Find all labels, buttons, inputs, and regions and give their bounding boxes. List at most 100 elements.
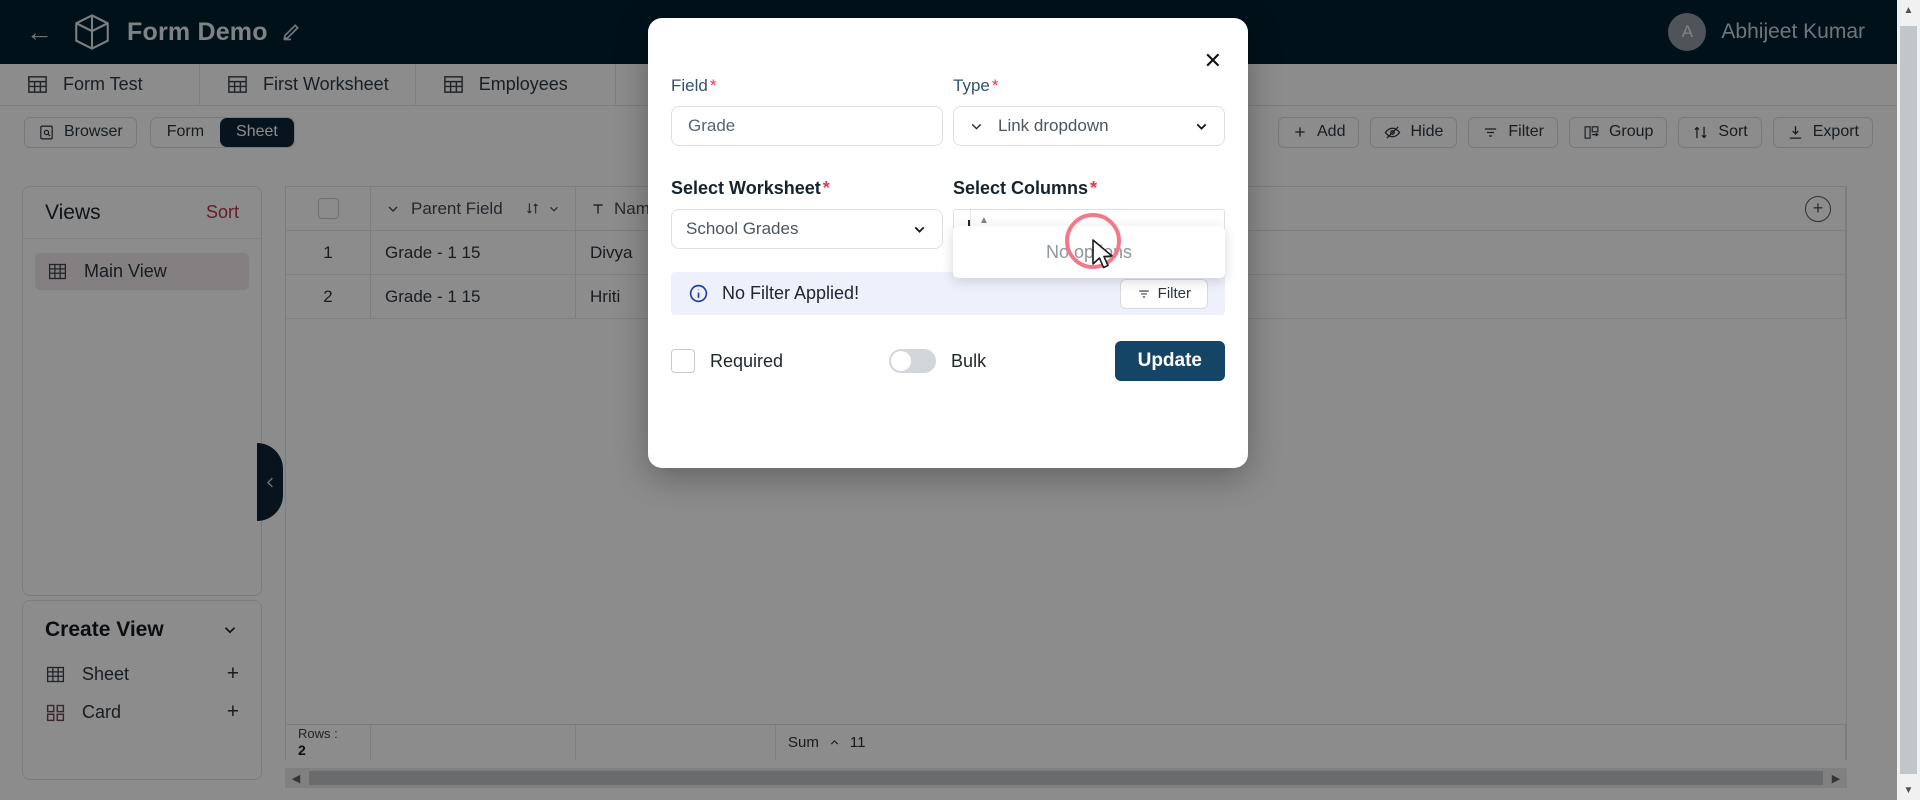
user-name[interactable]: Abhijeet Kumar: [1721, 20, 1865, 44]
chevron-left-icon: [266, 477, 273, 487]
create-sheet-row[interactable]: Sheet +: [23, 655, 261, 693]
type-select[interactable]: Link dropdown: [953, 106, 1225, 146]
text-type-icon: [593, 203, 603, 214]
sum-aggregate[interactable]: Sum 11: [776, 725, 1846, 760]
create-view-title: Create View: [45, 618, 164, 641]
table-grid-icon: [443, 76, 463, 93]
column-header-label: Parent Field: [411, 198, 503, 218]
rows-count: Rows : 2: [286, 725, 371, 760]
caret-up-icon[interactable]: ▲: [1897, 0, 1920, 20]
field-group: Field * Grade: [671, 76, 943, 146]
scrollbar-thumb[interactable]: [309, 771, 1823, 785]
create-sheet-add-icon[interactable]: +: [227, 662, 239, 686]
table-grid-icon: [46, 666, 65, 682]
view-mode-segmented: Form Sheet: [149, 116, 295, 148]
footer-cell: [371, 725, 576, 760]
worksheet-label-text: Select Worksheet: [671, 178, 821, 198]
hide-button[interactable]: Hide: [1370, 116, 1458, 148]
caret-up-icon: [830, 740, 838, 745]
checkbox-icon[interactable]: [317, 198, 339, 219]
views-panel: Views Sort Main View: [22, 186, 262, 596]
chevron-down-icon[interactable]: [221, 621, 239, 639]
close-icon[interactable]: ✕: [1204, 48, 1222, 74]
row-number: 2: [286, 275, 371, 318]
create-view-header[interactable]: Create View: [23, 605, 261, 655]
required-asterisk: *: [709, 76, 717, 95]
required-asterisk: *: [1090, 178, 1098, 198]
sidebar-item-main-view[interactable]: Main View: [35, 253, 249, 290]
sort-button[interactable]: Sort: [1678, 116, 1762, 148]
filter-button[interactable]: Filter: [1468, 116, 1558, 148]
worksheet-tab[interactable]: Form Test: [0, 64, 200, 105]
table-grid-icon: [228, 76, 247, 93]
bulk-toggle[interactable]: [889, 349, 937, 373]
required-checkbox[interactable]: [671, 349, 695, 373]
worksheet-tab[interactable]: First Worksheet: [200, 64, 416, 105]
download-icon: [1789, 125, 1801, 139]
views-sort-link[interactable]: Sort: [206, 202, 239, 223]
back-arrow-icon[interactable]: ←: [26, 18, 53, 46]
field-input[interactable]: Grade: [671, 106, 943, 146]
chevron-down-icon[interactable]: [911, 221, 928, 238]
field-label: Field *: [671, 76, 943, 96]
sum-label: Sum: [788, 734, 819, 751]
filter-button[interactable]: Filter: [1119, 278, 1208, 309]
edit-field-modal: ✕ Field * Grade Type * Link dropdown Sel…: [648, 18, 1248, 468]
table-grid-icon: [48, 263, 67, 280]
export-button[interactable]: Export: [1772, 116, 1873, 148]
type-group: Type * Link dropdown: [953, 76, 1225, 146]
scrollbar-thumb[interactable]: [1900, 26, 1917, 774]
add-column-icon[interactable]: +: [1805, 195, 1831, 222]
group-icon: [1584, 125, 1599, 139]
create-card-row[interactable]: Card +: [23, 693, 261, 731]
type-label: Type *: [953, 76, 1225, 96]
worksheet-tab[interactable]: Employees: [416, 64, 616, 105]
add-button[interactable]: Add: [1278, 116, 1360, 148]
chevron-down-icon[interactable]: [547, 202, 561, 216]
worksheet-select[interactable]: School Grades: [671, 209, 943, 249]
caret-down-icon[interactable]: ▼: [1897, 780, 1920, 800]
app-title: Form Demo: [127, 17, 268, 46]
filter-alert: No Filter Applied! Filter: [671, 272, 1225, 315]
cube-logo-icon: [75, 14, 109, 50]
chevron-down-icon: [971, 123, 982, 130]
update-button[interactable]: Update: [1114, 341, 1225, 381]
tab-sheet[interactable]: Sheet: [220, 117, 294, 147]
app-root: ← Form Demo A Abhijeet Kumar Form Test F…: [0, 0, 1920, 800]
caret-right-icon[interactable]: ▶: [1825, 772, 1847, 785]
toggle-knob: [891, 351, 912, 371]
type-select-value: Link dropdown: [998, 116, 1109, 135]
add-label: Add: [1317, 123, 1346, 140]
create-card-label: Card: [82, 701, 122, 722]
columns-label-text: Select Columns: [953, 178, 1089, 198]
caret-left-icon[interactable]: ◀: [285, 772, 307, 785]
sort-icon: [1694, 126, 1708, 138]
caret-up-icon[interactable]: ▲: [979, 215, 989, 226]
browser-label: Browser: [64, 123, 123, 140]
vertical-scrollbar[interactable]: ▲ ▼: [1897, 0, 1920, 800]
worksheet-group: Select Worksheet * School Grades: [671, 178, 943, 251]
browser-button[interactable]: Browser: [24, 116, 137, 148]
views-title: Views: [45, 200, 101, 224]
filter-icon: [1485, 127, 1497, 137]
row-number: 1: [286, 231, 371, 274]
modal-body: Field * Grade Type * Link dropdown Selec…: [671, 76, 1225, 381]
chevron-down-icon[interactable]: [1193, 118, 1210, 135]
worksheet-label: Select Worksheet *: [671, 178, 943, 199]
eye-off-icon: [1385, 125, 1401, 139]
group-button[interactable]: Group: [1568, 116, 1668, 148]
create-card-add-icon[interactable]: +: [227, 700, 239, 724]
create-sheet-label: Sheet: [82, 663, 130, 684]
sort-updown-icon[interactable]: [525, 201, 540, 216]
sidebar-collapse-handle[interactable]: [257, 443, 283, 521]
cell-parent-field[interactable]: Grade - 1 15: [371, 231, 576, 274]
field-label-text: Field: [671, 76, 708, 95]
pencil-icon[interactable]: [281, 22, 301, 42]
avatar[interactable]: A: [1668, 13, 1707, 51]
tab-form[interactable]: Form: [151, 118, 220, 147]
cell-parent-field[interactable]: Grade - 1 15: [371, 275, 576, 318]
select-all-cell[interactable]: [286, 187, 371, 230]
columns-label: Select Columns *: [953, 178, 1225, 199]
horizontal-scrollbar[interactable]: ◀ ▶: [285, 768, 1847, 788]
column-header-parent-field[interactable]: Parent Field: [371, 187, 576, 230]
